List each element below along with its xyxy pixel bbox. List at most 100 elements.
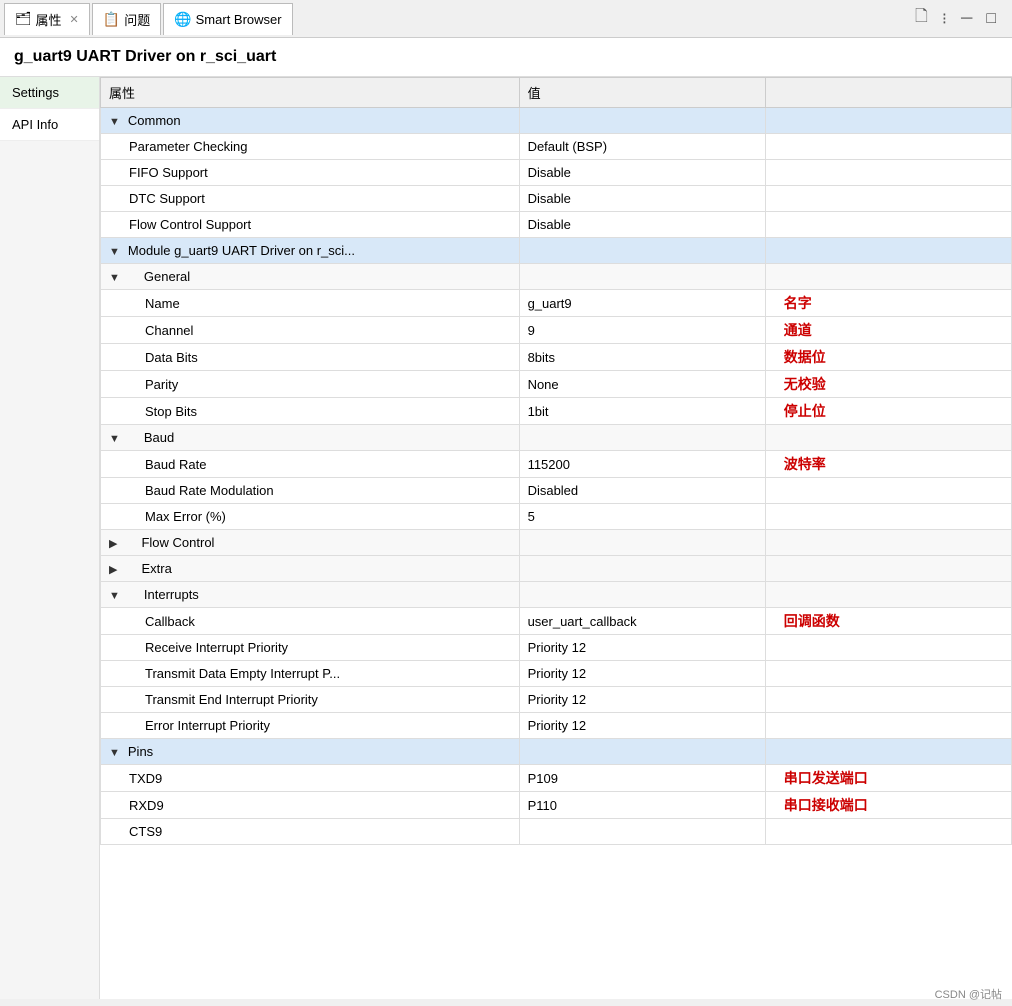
data-val[interactable]: Disable: [519, 212, 765, 238]
expand-icon[interactable]: ▼: [109, 747, 120, 759]
annotation: 无校验: [774, 376, 826, 392]
sidebar-item-settings[interactable]: Settings: [0, 77, 99, 109]
expand-icon[interactable]: ▼: [109, 246, 120, 258]
data-val[interactable]: user_uart_callback: [519, 608, 765, 635]
annotation: 串口发送端口: [774, 770, 868, 786]
expand-icon[interactable]: ▼: [109, 116, 120, 128]
sidebar-api-label: API Info: [12, 117, 58, 132]
table-row[interactable]: ▶Extra: [101, 556, 1012, 582]
maximize-button[interactable]: □: [982, 8, 1000, 30]
data-note: [765, 819, 1011, 845]
expand-icon[interactable]: ▶: [109, 538, 117, 550]
table-row[interactable]: TXD9 P109 串口发送端口: [101, 765, 1012, 792]
section-val: [519, 108, 765, 134]
data-prop: Baud Rate Modulation: [101, 478, 520, 504]
data-note: 串口接收端口: [765, 792, 1011, 819]
table-row[interactable]: Stop Bits 1bit 停止位: [101, 398, 1012, 425]
tab-properties[interactable]: 🗂 属性 ✕: [4, 3, 90, 35]
data-val[interactable]: Priority 12: [519, 687, 765, 713]
annotation: 串口接收端口: [774, 797, 868, 813]
tab-properties-close[interactable]: ✕: [70, 13, 79, 26]
table-row[interactable]: ▼Interrupts: [101, 582, 1012, 608]
section-val: [519, 739, 765, 765]
table-row[interactable]: ▼Pins: [101, 739, 1012, 765]
data-val[interactable]: None: [519, 371, 765, 398]
expand-icon[interactable]: ▼: [109, 590, 120, 602]
table-row[interactable]: Error Interrupt Priority Priority 12: [101, 713, 1012, 739]
table-row[interactable]: RXD9 P110 串口接收端口: [101, 792, 1012, 819]
data-val[interactable]: 1bit: [519, 398, 765, 425]
tab-issues[interactable]: 📋 问题: [92, 3, 161, 35]
table-row[interactable]: CTS9: [101, 819, 1012, 845]
subsection-note: [765, 264, 1011, 290]
section-val: [519, 238, 765, 264]
data-prop: Transmit Data Empty Interrupt P...: [101, 661, 520, 687]
table-row[interactable]: Max Error (%) 5: [101, 504, 1012, 530]
data-note: [765, 212, 1011, 238]
subsection-val: [519, 556, 765, 582]
table-row[interactable]: Baud Rate 115200 波特率: [101, 451, 1012, 478]
subsection-prop: ▼General: [101, 264, 520, 290]
subsection-prop: ▼Baud: [101, 425, 520, 451]
table-row[interactable]: Parameter Checking Default (BSP): [101, 134, 1012, 160]
data-val[interactable]: [519, 819, 765, 845]
table-row[interactable]: ▼Module g_uart9 UART Driver on r_sci...: [101, 238, 1012, 264]
table-row[interactable]: Transmit End Interrupt Priority Priority…: [101, 687, 1012, 713]
data-val[interactable]: 8bits: [519, 344, 765, 371]
data-note: 通道: [765, 317, 1011, 344]
annotation: 波特率: [774, 456, 826, 472]
data-val[interactable]: P109: [519, 765, 765, 792]
col-header-prop: 属性: [101, 78, 520, 108]
data-prop: RXD9: [101, 792, 520, 819]
data-val[interactable]: 5: [519, 504, 765, 530]
data-val[interactable]: Priority 12: [519, 661, 765, 687]
table-row[interactable]: ▼Baud: [101, 425, 1012, 451]
table-row[interactable]: Transmit Data Empty Interrupt P... Prior…: [101, 661, 1012, 687]
subsection-note: [765, 556, 1011, 582]
data-val[interactable]: Disable: [519, 160, 765, 186]
data-prop: Data Bits: [101, 344, 520, 371]
data-val[interactable]: Disabled: [519, 478, 765, 504]
data-val[interactable]: 115200: [519, 451, 765, 478]
data-val[interactable]: P110: [519, 792, 765, 819]
new-window-button[interactable]: 🗋: [911, 3, 932, 34]
subsection-note: [765, 582, 1011, 608]
data-prop: Max Error (%): [101, 504, 520, 530]
table-row[interactable]: Parity None 无校验: [101, 371, 1012, 398]
data-val[interactable]: Disable: [519, 186, 765, 212]
minimize-button[interactable]: ─: [957, 8, 976, 30]
data-note: [765, 186, 1011, 212]
data-prop: Stop Bits: [101, 398, 520, 425]
table-row[interactable]: Callback user_uart_callback 回调函数: [101, 608, 1012, 635]
table-row[interactable]: Name g_uart9 名字: [101, 290, 1012, 317]
expand-icon[interactable]: ▼: [109, 433, 120, 445]
overflow-button[interactable]: ⁝: [938, 7, 951, 31]
data-prop: Receive Interrupt Priority: [101, 635, 520, 661]
expand-icon[interactable]: ▼: [109, 272, 120, 284]
data-val[interactable]: 9: [519, 317, 765, 344]
table-row[interactable]: Data Bits 8bits 数据位: [101, 344, 1012, 371]
table-row[interactable]: Baud Rate Modulation Disabled: [101, 478, 1012, 504]
data-val[interactable]: Priority 12: [519, 635, 765, 661]
section-note: [765, 238, 1011, 264]
data-val[interactable]: Priority 12: [519, 713, 765, 739]
table-row[interactable]: Channel 9 通道: [101, 317, 1012, 344]
table-row[interactable]: ▶Flow Control: [101, 530, 1012, 556]
tab-browser[interactable]: 🌐 Smart Browser: [163, 3, 292, 35]
table-row[interactable]: ▼Common: [101, 108, 1012, 134]
data-note: [765, 635, 1011, 661]
browser-icon: 🌐: [174, 11, 191, 28]
data-val[interactable]: g_uart9: [519, 290, 765, 317]
table-row[interactable]: DTC Support Disable: [101, 186, 1012, 212]
table-row[interactable]: FIFO Support Disable: [101, 160, 1012, 186]
content-area: 属性 值 ▼Common Parameter Checking Default …: [100, 77, 1012, 999]
table-row[interactable]: ▼General: [101, 264, 1012, 290]
table-row[interactable]: Receive Interrupt Priority Priority 12: [101, 635, 1012, 661]
table-row[interactable]: Flow Control Support Disable: [101, 212, 1012, 238]
annotation: 通道: [774, 322, 812, 338]
sidebar-item-api[interactable]: API Info: [0, 109, 99, 141]
expand-icon[interactable]: ▶: [109, 564, 117, 576]
subsection-val: [519, 425, 765, 451]
tab-browser-label: Smart Browser: [196, 12, 282, 27]
data-val[interactable]: Default (BSP): [519, 134, 765, 160]
